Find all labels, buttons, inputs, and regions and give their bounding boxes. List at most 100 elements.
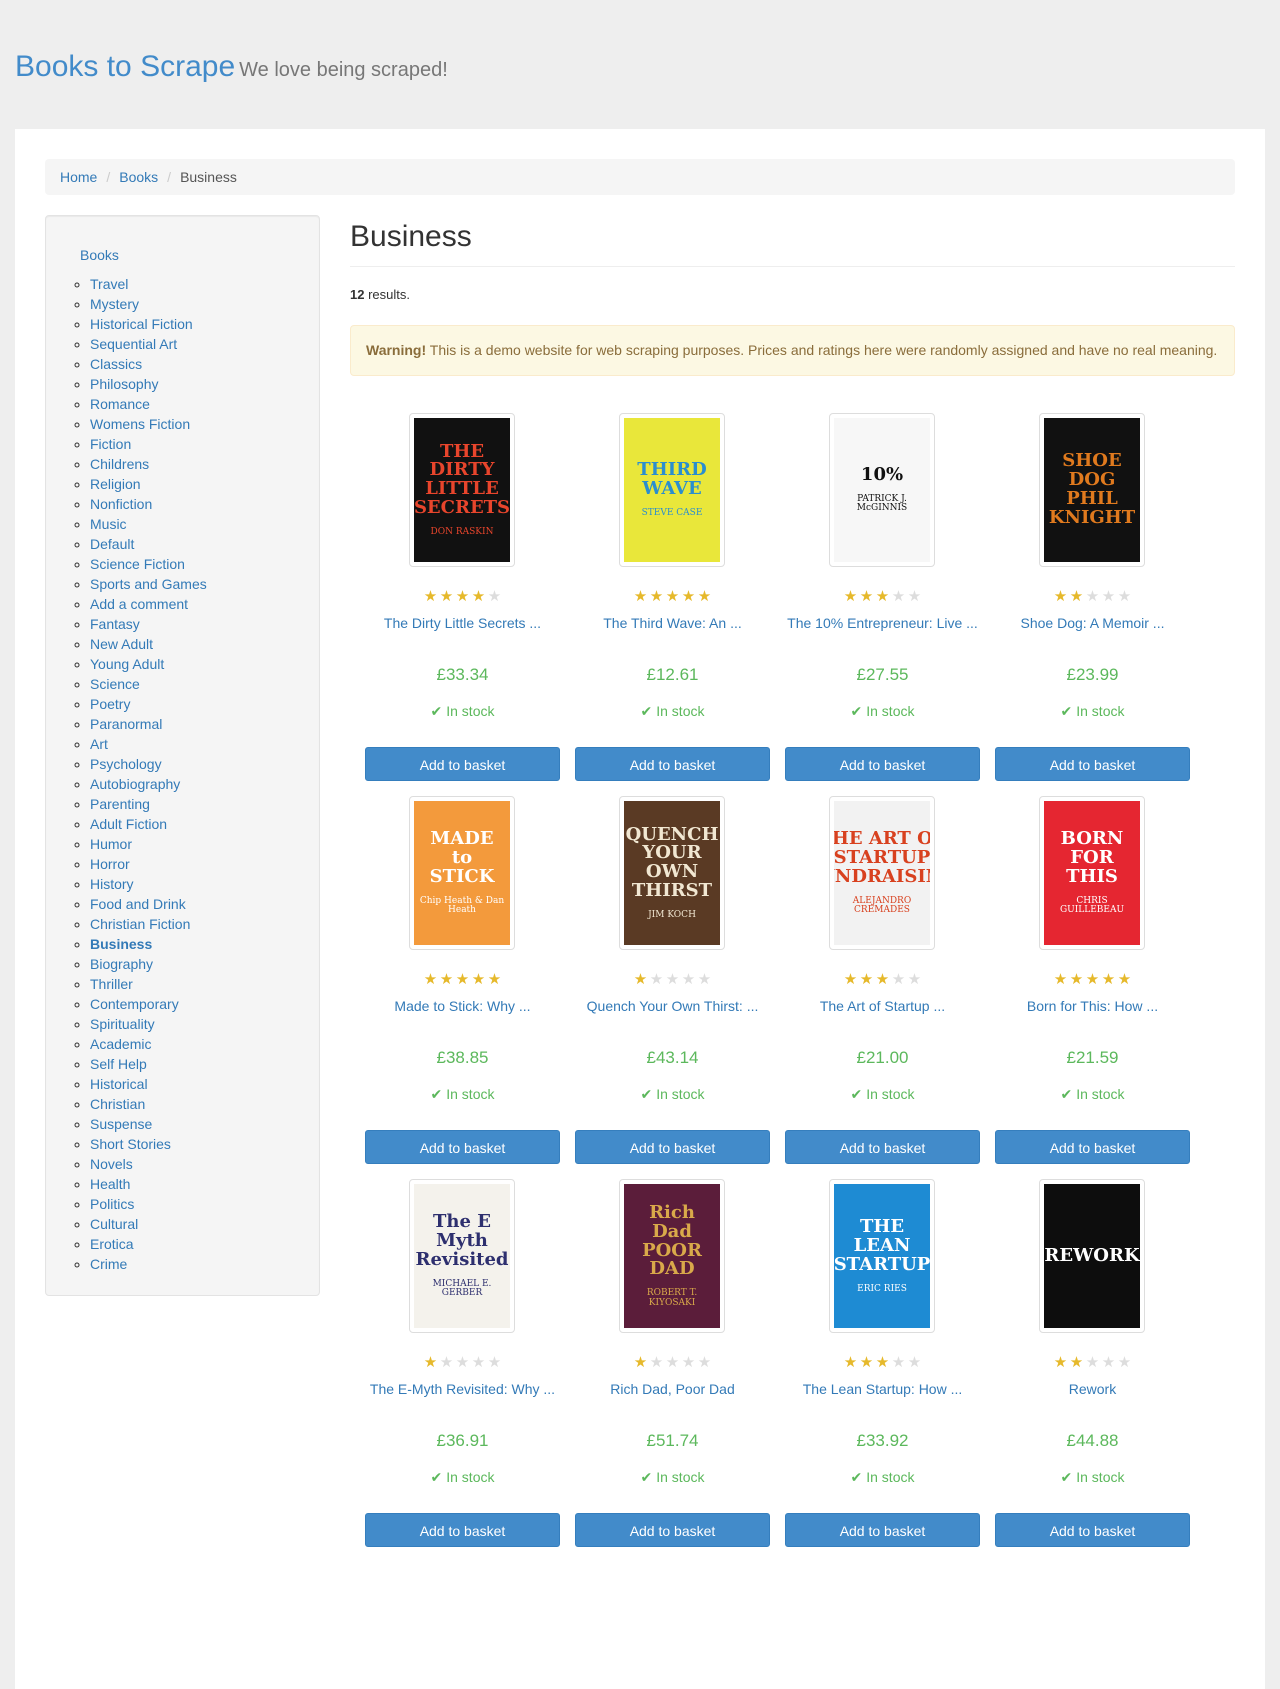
book-title-link[interactable]: Rich Dad, Poor Dad bbox=[560, 1381, 785, 1397]
book-title-link[interactable]: The Lean Startup: How ... bbox=[770, 1381, 995, 1397]
add-to-basket-button[interactable]: Add to basket bbox=[575, 1513, 770, 1547]
breadcrumb-books[interactable]: Books bbox=[119, 169, 158, 185]
brand-link[interactable]: Books to Scrape bbox=[15, 50, 235, 83]
star-rating: ★ ★ ★ ★ ★ bbox=[770, 971, 995, 988]
book-title-link[interactable]: Rework bbox=[980, 1381, 1205, 1397]
sidebar-item-link[interactable]: New Adult bbox=[90, 636, 153, 652]
sidebar-item-link[interactable]: Crime bbox=[90, 1256, 127, 1272]
sidebar-item-link[interactable]: Womens Fiction bbox=[90, 416, 190, 432]
sidebar-item-link[interactable]: Politics bbox=[90, 1196, 134, 1212]
sidebar-item-link[interactable]: Music bbox=[90, 516, 127, 532]
book-title-link[interactable]: Made to Stick: Why ... bbox=[350, 998, 575, 1014]
sidebar-item-link[interactable]: Christian bbox=[90, 1096, 145, 1112]
sidebar-item-link[interactable]: Food and Drink bbox=[90, 896, 186, 912]
sidebar-item-link[interactable]: Add a comment bbox=[90, 596, 188, 612]
sidebar-item-link[interactable]: Novels bbox=[90, 1156, 133, 1172]
sidebar-item-link[interactable]: Travel bbox=[90, 276, 128, 292]
breadcrumb-home[interactable]: Home bbox=[60, 169, 97, 185]
book-cover-link[interactable]: 10% PATRICK J. McGINNIS bbox=[829, 413, 935, 567]
sidebar-item-link[interactable]: Science bbox=[90, 676, 140, 692]
book-cover-link[interactable]: SHOE DOG PHIL KNIGHT bbox=[1039, 413, 1145, 567]
add-to-basket-button[interactable]: Add to basket bbox=[365, 747, 560, 781]
add-to-basket-button[interactable]: Add to basket bbox=[365, 1513, 560, 1547]
sidebar-item-link[interactable]: Art bbox=[90, 736, 108, 752]
sidebar-item-link[interactable]: Parenting bbox=[90, 796, 150, 812]
sidebar-item-link[interactable]: Historical bbox=[90, 1076, 148, 1092]
star-icon: ★ bbox=[423, 588, 438, 605]
sidebar-item-link[interactable]: Nonfiction bbox=[90, 496, 152, 512]
book-title-link[interactable]: The Art of Startup ... bbox=[770, 998, 995, 1014]
star-icon: ★ bbox=[681, 588, 696, 605]
book-title-link[interactable]: The E-Myth Revisited: Why ... bbox=[350, 1381, 575, 1397]
sidebar-item-link[interactable]: Childrens bbox=[90, 456, 149, 472]
book-title-link[interactable]: Shoe Dog: A Memoir ... bbox=[980, 615, 1205, 631]
sidebar-item-link[interactable]: Adult Fiction bbox=[90, 816, 167, 832]
book-title-link[interactable]: The Third Wave: An ... bbox=[560, 615, 785, 631]
add-to-basket-button[interactable]: Add to basket bbox=[995, 1513, 1190, 1547]
book-cover-link[interactable]: REWORK bbox=[1039, 1179, 1145, 1333]
sidebar-item-link[interactable]: Biography bbox=[90, 956, 153, 972]
add-to-basket-button[interactable]: Add to basket bbox=[995, 1130, 1190, 1164]
add-to-basket-button[interactable]: Add to basket bbox=[575, 1130, 770, 1164]
book-title-link[interactable]: The 10% Entrepreneur: Live ... bbox=[770, 615, 995, 631]
sidebar-item-link[interactable]: Romance bbox=[90, 396, 150, 412]
sidebar-item-link[interactable]: Thriller bbox=[90, 976, 133, 992]
sidebar-item-link[interactable]: Philosophy bbox=[90, 376, 159, 392]
sidebar-item-link[interactable]: Business bbox=[90, 936, 152, 952]
sidebar-item-link[interactable]: History bbox=[90, 876, 134, 892]
sidebar-item-link[interactable]: Health bbox=[90, 1176, 130, 1192]
sidebar-item-link[interactable]: Classics bbox=[90, 356, 142, 372]
book-cover-link[interactable]: MADE to STICK Chip Heath & Dan Heath bbox=[409, 796, 515, 950]
sidebar-item-link[interactable]: Sequential Art bbox=[90, 336, 177, 352]
sidebar-item-link[interactable]: Science Fiction bbox=[90, 556, 185, 572]
add-to-basket-button[interactable]: Add to basket bbox=[995, 747, 1190, 781]
add-to-basket-button[interactable]: Add to basket bbox=[575, 747, 770, 781]
book-cover-link[interactable]: QUENCH YOUR OWN THIRST JIM KOCH bbox=[619, 796, 725, 950]
sidebar-item-link[interactable]: Psychology bbox=[90, 756, 162, 772]
sidebar-item-link[interactable]: Historical Fiction bbox=[90, 316, 193, 332]
add-to-basket-button[interactable]: Add to basket bbox=[785, 747, 980, 781]
product-card: THE ART OF STARTUP FUNDRAISING ALEJANDRO … bbox=[770, 796, 995, 1191]
sidebar-item-link[interactable]: Academic bbox=[90, 1036, 151, 1052]
sidebar-item-link[interactable]: Self Help bbox=[90, 1056, 147, 1072]
book-cover-link[interactable]: The E Myth Revisited MICHAEL E. GERBER bbox=[409, 1179, 515, 1333]
book-title-link[interactable]: Quench Your Own Thirst: ... bbox=[560, 998, 785, 1014]
book-cover-image: THE DIRTY LITTLE SECRETS DON RASKIN bbox=[414, 418, 510, 562]
sidebar-item-link[interactable]: Paranormal bbox=[90, 716, 162, 732]
sidebar-item-link[interactable]: Default bbox=[90, 536, 134, 552]
sidebar-item-link[interactable]: Poetry bbox=[90, 696, 130, 712]
sidebar-item-link[interactable]: Fiction bbox=[90, 436, 131, 452]
book-cover-link[interactable]: Rich Dad POOR DAD ROBERT T. KIYOSAKI bbox=[619, 1179, 725, 1333]
sidebar-item-link[interactable]: Cultural bbox=[90, 1216, 138, 1232]
sidebar-item-link[interactable]: Erotica bbox=[90, 1236, 134, 1252]
sidebar-item-link[interactable]: Sports and Games bbox=[90, 576, 207, 592]
book-title-link[interactable]: The Dirty Little Secrets ... bbox=[350, 615, 575, 631]
sidebar-item-link[interactable]: Humor bbox=[90, 836, 132, 852]
book-price: £38.85 bbox=[436, 1048, 489, 1067]
sidebar-item-link[interactable]: Religion bbox=[90, 476, 141, 492]
sidebar-item-link[interactable]: Autobiography bbox=[90, 776, 180, 792]
book-cover-link[interactable]: THE DIRTY LITTLE SECRETS DON RASKIN bbox=[409, 413, 515, 567]
sidebar-item-link[interactable]: Fantasy bbox=[90, 616, 140, 632]
book-cover-link[interactable]: BORN FOR THIS CHRIS GUILLEBEAU bbox=[1039, 796, 1145, 950]
sidebar-item-link[interactable]: Mystery bbox=[90, 296, 139, 312]
sidebar-item-link[interactable]: Suspense bbox=[90, 1116, 152, 1132]
sidebar-books-link[interactable]: Books bbox=[80, 247, 119, 263]
sidebar-item-link[interactable]: Contemporary bbox=[90, 996, 179, 1012]
book-cover-image: THE LEAN STARTUP ERIC RIES bbox=[834, 1184, 930, 1328]
sidebar-item-link[interactable]: Christian Fiction bbox=[90, 916, 190, 932]
sidebar-item-link[interactable]: Young Adult bbox=[90, 656, 164, 672]
sidebar-item-link[interactable]: Spirituality bbox=[90, 1016, 155, 1032]
book-cover-link[interactable]: THE LEAN STARTUP ERIC RIES bbox=[829, 1179, 935, 1333]
sidebar-item-link[interactable]: Horror bbox=[90, 856, 130, 872]
sidebar-item-link[interactable]: Short Stories bbox=[90, 1136, 171, 1152]
add-to-basket-button[interactable]: Add to basket bbox=[785, 1130, 980, 1164]
product-card: BORN FOR THIS CHRIS GUILLEBEAU ★ ★ ★ ★ ★ Born f… bbox=[980, 796, 1205, 1191]
book-cover-link[interactable]: THE ART OF STARTUP FUNDRAISING ALEJANDRO … bbox=[829, 796, 935, 950]
book-cover-link[interactable]: THIRD WAVE STEVE CASE bbox=[619, 413, 725, 567]
add-to-basket-button[interactable]: Add to basket bbox=[785, 1513, 980, 1547]
sidebar-item: Childrens bbox=[90, 454, 207, 474]
stock-label: In stock bbox=[1076, 1086, 1125, 1102]
add-to-basket-button[interactable]: Add to basket bbox=[365, 1130, 560, 1164]
book-title-link[interactable]: Born for This: How ... bbox=[980, 998, 1205, 1014]
